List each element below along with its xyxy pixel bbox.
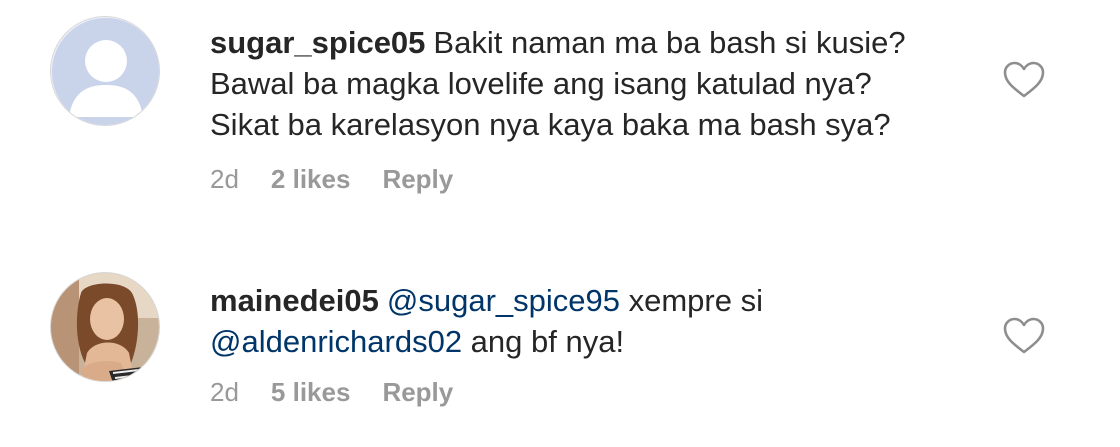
- comments-list: sugar_spice05 Bakit naman ma ba bash si k…: [0, 0, 1120, 447]
- comment-username[interactable]: sugar_spice05: [210, 25, 425, 60]
- heart-icon[interactable]: [1002, 60, 1046, 100]
- comment-body: xempre si: [619, 283, 763, 318]
- comment-username[interactable]: mainedei05: [210, 283, 379, 318]
- comment-body: ang bf nya!: [462, 324, 625, 359]
- comment-time: 2d: [210, 377, 239, 407]
- profile-photo[interactable]: [50, 272, 160, 382]
- comment-time: 2d: [210, 164, 239, 194]
- mention-link[interactable]: @aldenrichards02: [210, 324, 462, 359]
- default-avatar-icon[interactable]: [50, 16, 160, 126]
- comment-meta: 2d 2 likes Reply: [210, 164, 453, 195]
- comment-likes[interactable]: 2 likes: [271, 164, 351, 195]
- comment-meta: 2d 5 likes Reply: [210, 377, 453, 408]
- mention-link[interactable]: @sugar_spice95: [387, 283, 620, 318]
- comment-text: sugar_spice05 Bakit naman ma ba bash si k…: [210, 22, 980, 145]
- comment-likes[interactable]: 5 likes: [271, 377, 351, 408]
- reply-button[interactable]: Reply: [382, 377, 453, 408]
- reply-button[interactable]: Reply: [382, 164, 453, 195]
- comment-text: mainedei05 @sugar_spice95 xempre si @alden…: [210, 280, 980, 362]
- heart-icon[interactable]: [1002, 316, 1046, 356]
